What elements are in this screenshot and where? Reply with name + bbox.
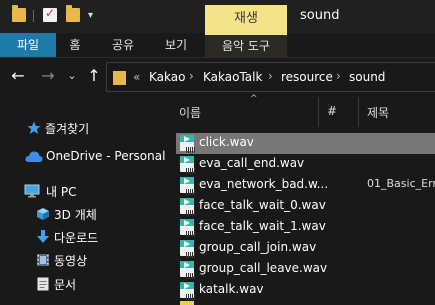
file-name: katalk.wav (199, 282, 264, 296)
tab-view[interactable]: 보기 (153, 33, 199, 57)
cloud-icon (25, 151, 43, 162)
folder-icon (113, 71, 126, 85)
audio-file-icon (180, 261, 196, 279)
properties-icon[interactable] (43, 6, 57, 22)
computer-icon (24, 184, 40, 198)
sort-caret-icon: ^ (250, 94, 258, 104)
nav-item-3d-objects[interactable]: 3D 개체 (0, 203, 172, 225)
file-row[interactable]: eva_call_end.wav (176, 154, 435, 175)
audio-file-icon (180, 240, 196, 258)
cube-icon (37, 208, 49, 220)
video-icon (37, 254, 49, 266)
navigation-pane: 즐겨찾기 OneDrive - Personal 내 PC 3D 개체 다운로드 (0, 97, 172, 305)
file-list: ^ 이름 # 제목 click.wav eva_call_end.wav eva… (172, 94, 435, 305)
audio-file-icon (180, 135, 196, 153)
audio-file-icon (180, 282, 196, 300)
nav-item-label: OneDrive - Personal (46, 149, 166, 163)
breadcrumb-sound[interactable]: sound (349, 70, 385, 84)
file-row[interactable]: face_talk_wait_1.wav (176, 217, 435, 238)
audio-file-icon (180, 198, 196, 216)
file-title: 01_Basic_Erro (367, 177, 435, 190)
breadcrumb-separator[interactable]: › (268, 69, 273, 83)
breadcrumb-separator[interactable]: › (336, 69, 341, 83)
nav-item-label: 문서 (54, 278, 77, 292)
nav-item-downloads[interactable]: 다운로드 (0, 226, 172, 248)
document-icon (37, 277, 49, 291)
download-icon (37, 230, 49, 243)
file-name: eva_call_end.wav (199, 156, 305, 170)
window-title: sound (300, 8, 340, 23)
file-row[interactable]: katalk.wav (176, 280, 435, 301)
file-name: face_talk_wait_0.wav (199, 198, 326, 212)
audio-file-icon (180, 156, 196, 174)
navigation-bar: ← → ⌄ ↑ « Kakao › KakaoTalk › resource ›… (0, 58, 435, 96)
context-tab-header: 재생 (205, 5, 287, 33)
partial-file-icon (180, 301, 194, 305)
nav-item-onedrive[interactable]: OneDrive - Personal (0, 146, 172, 168)
nav-item-label: 즐겨찾기 (45, 122, 90, 136)
file-name: click.wav (199, 135, 254, 149)
file-name: group_call_join.wav (199, 240, 317, 254)
column-headers: ^ 이름 # 제목 (172, 94, 435, 127)
breadcrumb-kakao[interactable]: Kakao (149, 70, 185, 84)
nav-item-label: 동영상 (54, 254, 88, 268)
file-row[interactable]: face_talk_wait_0.wav (176, 196, 435, 217)
star-icon (27, 121, 41, 134)
file-name: group_call_leave.wav (199, 261, 328, 275)
breadcrumb-separator[interactable]: › (189, 69, 194, 83)
file-row[interactable]: group_call_join.wav (176, 238, 435, 259)
column-header-title[interactable]: 제목 (367, 104, 389, 121)
nav-item-documents[interactable]: 문서 (0, 273, 172, 295)
audio-file-icon (180, 177, 196, 195)
file-row[interactable]: eva_network_bad.w... 01_Basic_Erro (176, 175, 435, 196)
tab-share[interactable]: 공유 (100, 33, 146, 57)
tab-home[interactable]: 홈 (58, 33, 92, 57)
column-divider[interactable] (318, 97, 319, 127)
tab-music-tools[interactable]: 음악 도구 (205, 33, 287, 57)
column-header-name[interactable]: 이름 (179, 104, 201, 121)
nav-item-label: 다운로드 (54, 231, 99, 245)
chevron-down-icon[interactable]: ⌄ (62, 66, 82, 86)
file-row[interactable]: click.wav (176, 133, 435, 154)
forward-arrow-icon[interactable]: → (38, 66, 58, 86)
customize-dropdown-icon[interactable]: ▾ (88, 10, 93, 22)
column-divider[interactable] (358, 97, 359, 127)
title-bar: ▾ 재생 sound (0, 0, 435, 33)
column-header-number[interactable]: # (327, 104, 337, 118)
file-name: eva_network_bad.w... (199, 177, 329, 191)
nav-item-this-pc[interactable]: 내 PC (0, 180, 172, 202)
up-arrow-icon[interactable]: ↑ (84, 66, 104, 86)
toolbar-divider (33, 10, 34, 22)
ribbon-tabs: 파일 홈 공유 보기 음악 도구 (0, 33, 435, 58)
file-name: face_talk_wait_1.wav (199, 219, 326, 233)
folder-icon[interactable] (12, 5, 26, 22)
breadcrumb-resource[interactable]: resource (281, 70, 333, 84)
breadcrumb-kakaotalk[interactable]: KakaoTalk (203, 70, 262, 84)
nav-item-videos[interactable]: 동영상 (0, 249, 172, 271)
nav-item-quick-access[interactable]: 즐겨찾기 (0, 117, 172, 139)
tab-file[interactable]: 파일 (0, 33, 56, 57)
nav-item-label: 내 PC (46, 185, 77, 199)
audio-file-icon (180, 219, 196, 237)
address-bar[interactable]: « Kakao › KakaoTalk › resource › sound (106, 62, 435, 92)
new-folder-icon[interactable] (66, 5, 80, 22)
file-row[interactable]: group_call_leave.wav (176, 259, 435, 280)
nav-item-label: 3D 개체 (54, 208, 97, 222)
breadcrumb-overflow[interactable]: « (133, 70, 140, 84)
back-arrow-icon[interactable]: ← (8, 66, 28, 86)
